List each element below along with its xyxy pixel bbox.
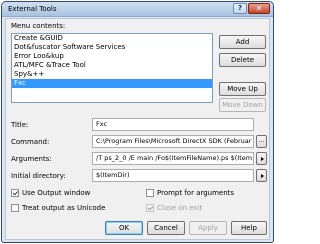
prompt-for-arguments-checkbox[interactable] — [146, 189, 154, 197]
initial-directory-macro-arrow-icon[interactable] — [256, 169, 267, 182]
delete-button[interactable]: Delete — [219, 53, 266, 67]
menu-list-item[interactable]: Dot&fuscator Software Services — [12, 43, 212, 52]
treat-output-unicode-label: Treat output as Unicode — [22, 204, 106, 212]
treat-output-unicode-checkbox[interactable] — [11, 204, 19, 212]
arguments-field[interactable]: /T ps_2_0 /E main /Fo$(ItemFileName).ps … — [92, 152, 254, 165]
apply-button[interactable]: Apply — [189, 221, 227, 235]
ok-button[interactable]: OK — [105, 221, 143, 235]
menu-contents-label: Menu contents: — [11, 22, 66, 30]
title-label: Title: — [11, 121, 29, 129]
command-label: Command: — [11, 138, 50, 146]
arguments-label: Arguments: — [11, 155, 52, 163]
dialog-body: Menu contents: Create &GUID Dot&fuscator … — [5, 18, 270, 240]
help-button[interactable]: Help — [231, 221, 267, 235]
menu-list-item[interactable]: Error Loo&kup — [12, 52, 212, 61]
cancel-button[interactable]: Cancel — [147, 221, 185, 235]
use-output-window-checkbox[interactable] — [11, 189, 19, 197]
initial-directory-label: Initial directory: — [11, 172, 66, 180]
menu-list-item[interactable]: Fxc — [12, 79, 212, 88]
help-title-button[interactable]: ? — [233, 3, 247, 14]
initial-directory-field[interactable]: $(ItemDir) — [92, 169, 254, 182]
move-down-button[interactable]: Move Down — [219, 98, 266, 112]
prompt-for-arguments-label: Prompt for arguments — [157, 189, 235, 197]
move-up-button[interactable]: Move Up — [219, 82, 266, 96]
title-field[interactable]: Fxc — [92, 118, 254, 131]
menu-list-item[interactable]: Spy&++ — [12, 70, 212, 79]
menu-list-item[interactable]: ATL/MFC &Trace Tool — [12, 61, 212, 70]
use-output-window-label: Use Output window — [22, 189, 91, 197]
menu-list-item[interactable]: Create &GUID — [12, 34, 212, 43]
close-on-exit-label: Close on exit — [157, 204, 203, 212]
window-title: External Tools — [8, 5, 57, 13]
add-button[interactable]: Add — [219, 35, 266, 49]
external-tools-dialog: External Tools ? ✕ Menu contents: Create… — [1, 1, 274, 243]
close-window-button[interactable]: ✕ — [248, 3, 270, 14]
arguments-macro-arrow-icon[interactable] — [256, 152, 267, 165]
title-bar[interactable]: External Tools ? ✕ — [2, 2, 273, 17]
menu-contents-list[interactable]: Create &GUID Dot&fuscator Software Servic… — [11, 33, 213, 103]
command-browse-button[interactable]: ... — [256, 135, 267, 148]
command-field[interactable]: C:\Program Files\Microsoft DirectX SDK (… — [92, 135, 254, 148]
close-on-exit-checkbox[interactable] — [146, 204, 154, 212]
